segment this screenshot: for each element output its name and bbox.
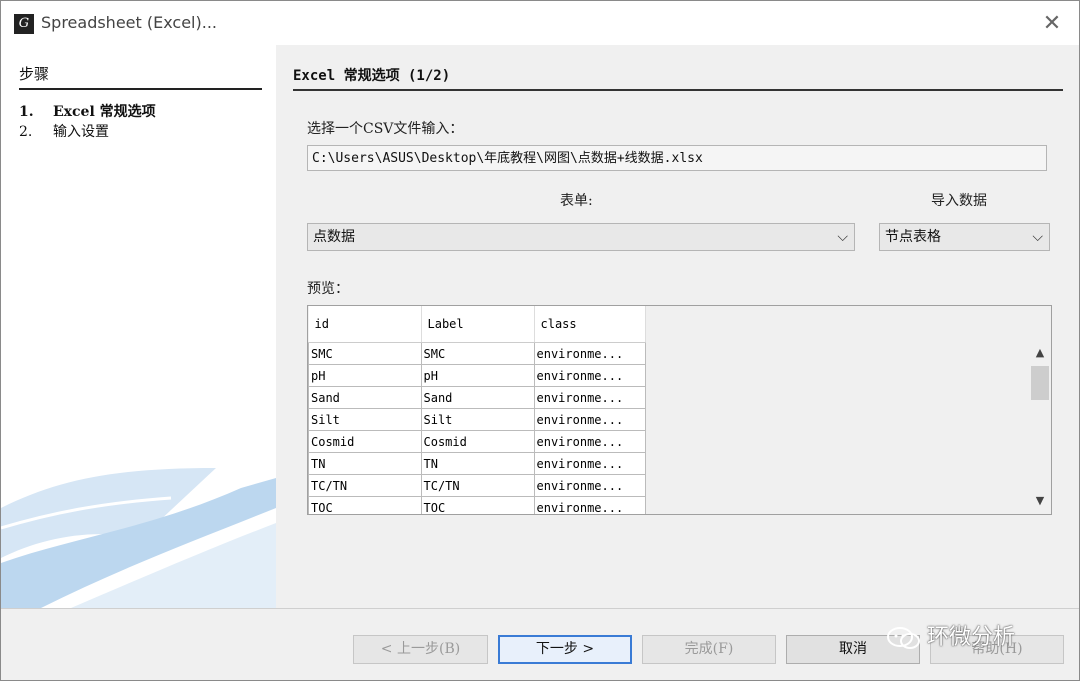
- step-number: 1.: [19, 104, 34, 120]
- window-title: Spreadsheet (Excel)...: [41, 13, 217, 32]
- back-button[interactable]: < 上一步(B): [353, 635, 488, 664]
- table-cell: TN: [308, 452, 422, 475]
- file-label: 选择一个CSV文件输入：: [307, 121, 464, 137]
- table-cell: environme...: [533, 386, 646, 409]
- step-item-2: 2. 输入设置: [19, 121, 109, 141]
- table-cell: pH: [420, 364, 535, 387]
- table-cell: TOC: [420, 496, 535, 514]
- sheet-select[interactable]: 点数据 ⌵: [307, 223, 855, 251]
- wizard-window: G Spreadsheet (Excel)... ✕ 步骤 1. Excel 常规…: [0, 0, 1080, 681]
- table-cell: environme...: [533, 342, 646, 365]
- step-label: 输入设置: [53, 124, 109, 140]
- table-cell: Silt: [308, 408, 422, 431]
- table-cell: SMC: [420, 342, 535, 365]
- preview-table-container: id Label class SMC SMC environme... pH p…: [307, 305, 1052, 515]
- table-cell: Sand: [308, 386, 422, 409]
- table-cell: TC/TN: [420, 474, 535, 497]
- table-row: Sand Sand environme...: [308, 386, 646, 409]
- column-header-class[interactable]: class: [534, 306, 646, 343]
- finish-button[interactable]: 完成(F): [642, 635, 776, 664]
- panel-title: Excel 常规选项 (1/2): [293, 65, 1063, 91]
- table-cell: SMC: [308, 342, 422, 365]
- table-cell: Sand: [420, 386, 535, 409]
- watermark: 环微分析: [887, 619, 1015, 651]
- decorative-wave-graphic: [1, 468, 276, 608]
- table-cell: environme...: [533, 408, 646, 431]
- title-bar: G Spreadsheet (Excel)... ✕: [1, 1, 1079, 45]
- column-header-label[interactable]: Label: [421, 306, 535, 343]
- table-row: Silt Silt environme...: [308, 408, 646, 431]
- table-cell: TN: [420, 452, 535, 475]
- preview-scrollbar[interactable]: ▲ ▼: [1029, 342, 1051, 512]
- table-cell: environme...: [533, 496, 646, 514]
- import-type-select[interactable]: 节点表格 ⌵: [879, 223, 1050, 251]
- import-select-value: 节点表格: [885, 229, 941, 245]
- wechat-icon: [887, 627, 920, 649]
- table-cell: environme...: [533, 452, 646, 475]
- step-number: 2.: [19, 124, 33, 140]
- steps-sidebar: 步骤 1. Excel 常规选项 2. 输入设置: [1, 45, 276, 608]
- import-label: 导入数据: [931, 193, 987, 209]
- scrollbar-thumb[interactable]: [1031, 366, 1049, 400]
- chevron-down-icon: ⌵: [1032, 229, 1043, 245]
- sheet-label: 表单:: [560, 193, 593, 209]
- table-cell: Silt: [420, 408, 535, 431]
- steps-heading: 步骤: [19, 63, 262, 90]
- table-row: TN TN environme...: [308, 452, 646, 475]
- chevron-down-icon: ⌵: [837, 229, 848, 245]
- table-cell: TOC: [308, 496, 422, 514]
- table-cell: Cosmid: [308, 430, 422, 453]
- table-cell: environme...: [533, 430, 646, 453]
- wizard-footer: < 上一步(B) 下一步 > 完成(F) 取消 帮助(H) 环微分析: [1, 608, 1079, 680]
- scroll-down-icon[interactable]: ▼: [1029, 492, 1051, 510]
- options-panel: Excel 常规选项 (1/2) 选择一个CSV文件输入： C:\Users\A…: [276, 45, 1079, 608]
- watermark-text: 环微分析: [927, 625, 1016, 650]
- table-row: pH pH environme...: [308, 364, 646, 387]
- step-label: Excel 常规选项: [53, 104, 156, 120]
- file-path-field[interactable]: C:\Users\ASUS\Desktop\年底教程\网图\点数据+线数据.xl…: [307, 145, 1047, 171]
- table-row: TOC TOC environme...: [308, 496, 646, 514]
- scroll-up-icon[interactable]: ▲: [1029, 344, 1051, 362]
- column-header-id[interactable]: id: [308, 306, 422, 343]
- table-cell: Cosmid: [420, 430, 535, 453]
- preview-label: 预览：: [307, 281, 349, 297]
- next-button[interactable]: 下一步 >: [498, 635, 632, 664]
- table-cell: environme...: [533, 364, 646, 387]
- table-row: Cosmid Cosmid environme...: [308, 430, 646, 453]
- sheet-select-value: 点数据: [313, 229, 355, 245]
- table-cell: pH: [308, 364, 422, 387]
- table-row: TC/TN TC/TN environme...: [308, 474, 646, 497]
- table-row: SMC SMC environme...: [308, 342, 646, 365]
- preview-table: id Label class SMC SMC environme... pH p…: [308, 306, 646, 514]
- table-cell: TC/TN: [308, 474, 422, 497]
- close-icon[interactable]: ✕: [1037, 9, 1067, 39]
- step-item-1: 1. Excel 常规选项: [19, 101, 156, 121]
- app-logo-icon: G: [14, 14, 34, 34]
- table-cell: environme...: [533, 474, 646, 497]
